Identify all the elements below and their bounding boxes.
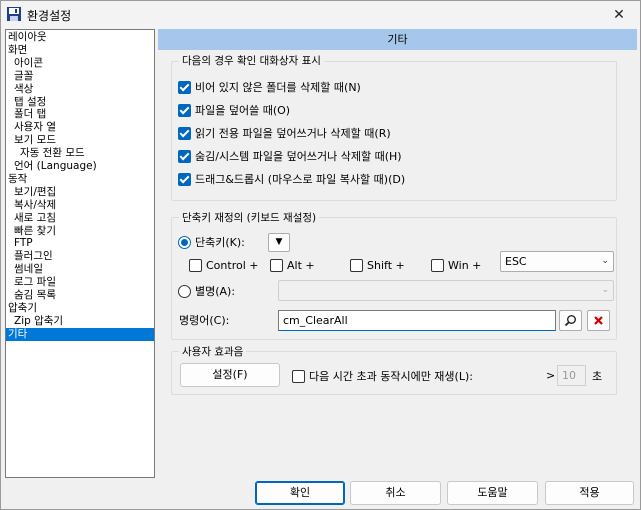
sound-group-title: 사용자 효과음 <box>179 344 247 359</box>
tree-item[interactable]: 압축기 <box>6 302 154 315</box>
help-button[interactable]: 도움말 <box>447 481 538 505</box>
confirm-group-title: 다음의 경우 확인 대화상자 표시 <box>179 53 324 68</box>
tree-item[interactable]: 레이아웃 <box>6 31 154 44</box>
checkbox-icon <box>178 103 191 117</box>
tree-item[interactable]: 보기 모드 <box>6 134 154 147</box>
hotkey-group-title: 단축키 재정의 (키보드 재설정) <box>179 210 320 225</box>
checkbox-icon <box>178 172 191 186</box>
checkbox-icon <box>178 80 191 94</box>
control-modifier-label: Control + <box>206 259 259 272</box>
key-select-value: ESC <box>505 255 527 268</box>
checkbox-icon <box>350 258 363 272</box>
sound-settings-button[interactable]: 설정(F) <box>180 363 280 387</box>
tree-item[interactable]: 새로 고침 <box>6 212 154 225</box>
confirm-checkbox-label: 숨김/시스템 파일을 덮어쓰거나 삭제할 때(H) <box>195 150 402 163</box>
tree-item[interactable]: 플러그인 <box>6 250 154 263</box>
tree-item[interactable]: 폴더 탭 <box>6 108 154 121</box>
radio-selected-icon <box>178 235 191 249</box>
greater-than-label: > <box>546 369 556 382</box>
section-title: 기타 <box>158 29 637 50</box>
cancel-label: 취소 <box>385 486 406 499</box>
chevron-down-icon: ⌄ <box>601 256 609 266</box>
seconds-unit: 초 <box>592 370 603 383</box>
chevron-down-icon: ⌄ <box>601 285 609 295</box>
tree-item[interactable]: 숨김 목록 <box>6 289 154 302</box>
tree-item[interactable]: 색상 <box>6 83 154 96</box>
key-select[interactable]: ESC ⌄ <box>500 251 614 272</box>
red-x-icon <box>594 316 603 325</box>
tree-item[interactable]: 글꼴 <box>6 70 154 83</box>
checkbox-icon <box>292 369 305 383</box>
confirm-checkbox-label: 비어 있지 않은 폴더를 삭제할 때(N) <box>195 81 361 94</box>
apply-button[interactable]: 적용 <box>545 481 634 505</box>
cancel-button[interactable]: 취소 <box>350 481 441 505</box>
tree-item[interactable]: 빠른 찾기 <box>6 225 154 238</box>
confirm-checkbox[interactable]: 숨김/시스템 파일을 덮어쓰거나 삭제할 때(H) <box>178 149 402 165</box>
checkbox-icon <box>270 258 283 272</box>
play-only-checkbox[interactable]: 다음 시간 초과 동작시에만 재생(L): <box>292 369 473 385</box>
confirm-checkbox-label: 파일을 덮어쓸 때(O) <box>195 104 291 117</box>
checkbox-icon <box>189 258 202 272</box>
apply-label: 적용 <box>579 486 600 499</box>
settings-tree[interactable]: 레이아웃 화면 아이콘 글꼴 색상 탭 설정 폴더 탭 사용자 열 보기 모드 자동 전환 모드 언… <box>5 29 155 478</box>
tree-item[interactable]: 보기/편집 <box>6 186 154 199</box>
checkbox-icon <box>431 258 444 272</box>
confirm-checkbox-label: 드래그&드롭시 (마우스로 파일 복사할 때)(D) <box>195 173 406 186</box>
confirm-checkbox-label: 읽기 전용 파일을 덮어쓰거나 삭제할 때(R) <box>195 127 391 140</box>
clear-command-button[interactable] <box>587 310 610 331</box>
tree-item[interactable]: 복사/삭제 <box>6 199 154 212</box>
title-bar: 환경설정 ✕ <box>1 1 640 29</box>
close-icon[interactable]: ✕ <box>604 4 634 26</box>
confirm-checkbox[interactable]: 읽기 전용 파일을 덮어쓰거나 삭제할 때(R) <box>178 126 391 142</box>
chevron-down-icon: ▼ <box>275 237 283 247</box>
tree-item[interactable]: 언어 (Language) <box>6 160 154 173</box>
confirm-checkbox[interactable]: 드래그&드롭시 (마우스로 파일 복사할 때)(D) <box>178 172 405 188</box>
win-modifier-label: Win + <box>448 259 482 272</box>
magnifier-icon <box>564 315 576 327</box>
tree-item[interactable]: 자동 전환 모드 <box>6 147 154 160</box>
alias-radio-label: 별명(A): <box>195 285 236 298</box>
seconds-input[interactable]: 10 <box>557 365 586 386</box>
confirm-checkbox[interactable]: 파일을 덮어쓸 때(O) <box>178 103 290 119</box>
tree-item[interactable]: 로그 파일 <box>6 276 154 289</box>
browse-command-button[interactable] <box>559 310 582 331</box>
help-label: 도움말 <box>477 486 508 499</box>
command-input-value: cm_ClearAll <box>283 314 348 327</box>
tree-item[interactable]: 기타 <box>6 327 154 341</box>
tree-item[interactable]: Zip 압축기 <box>6 315 154 328</box>
confirm-checkbox[interactable]: 비어 있지 않은 폴더를 삭제할 때(N) <box>178 80 361 96</box>
preferences-window: 환경설정 ✕ 레이아웃 화면 아이콘 글꼴 색상 탭 설정 폴더 탭 사용자 열 보기 모드 자동… <box>0 0 641 510</box>
tree-item[interactable]: 화면 <box>6 44 154 57</box>
command-input[interactable]: cm_ClearAll <box>278 310 556 331</box>
window-title: 환경설정 <box>27 9 72 23</box>
tree-item[interactable]: 동작 <box>6 173 154 186</box>
shift-modifier-label: Shift + <box>367 259 405 272</box>
tree-item[interactable]: 사용자 열 <box>6 121 154 134</box>
ok-label: 확인 <box>289 486 311 499</box>
control-modifier-checkbox[interactable]: Control + <box>189 258 258 274</box>
checkbox-icon <box>178 149 191 163</box>
alias-radio[interactable]: 별명(A): <box>178 284 235 300</box>
app-icon <box>7 7 21 21</box>
shortcut-radio[interactable]: 단축키(K): <box>178 235 245 251</box>
alt-modifier-label: Alt + <box>287 259 315 272</box>
win-modifier-checkbox[interactable]: Win + <box>431 258 481 274</box>
sound-settings-label: 설정(F) <box>212 368 248 381</box>
alt-modifier-checkbox[interactable]: Alt + <box>270 258 315 274</box>
radio-unselected-icon <box>178 284 191 298</box>
play-only-label: 다음 시간 초과 동작시에만 재생(L): <box>309 370 473 383</box>
tree-item[interactable]: FTP <box>6 237 154 250</box>
checkbox-icon <box>178 126 191 140</box>
alias-select[interactable]: ⌄ <box>278 280 614 301</box>
command-label: 명령어(C): <box>179 314 230 327</box>
tree-item[interactable]: 아이콘 <box>6 57 154 70</box>
seconds-value: 10 <box>562 369 576 382</box>
tree-item[interactable]: 썸네일 <box>6 263 154 276</box>
shortcut-key-dropdown[interactable]: ▼ <box>268 233 290 252</box>
shift-modifier-checkbox[interactable]: Shift + <box>350 258 405 274</box>
tree-item[interactable]: 탭 설정 <box>6 96 154 109</box>
shortcut-radio-label: 단축키(K): <box>195 236 245 249</box>
ok-button[interactable]: 확인 <box>255 481 345 505</box>
